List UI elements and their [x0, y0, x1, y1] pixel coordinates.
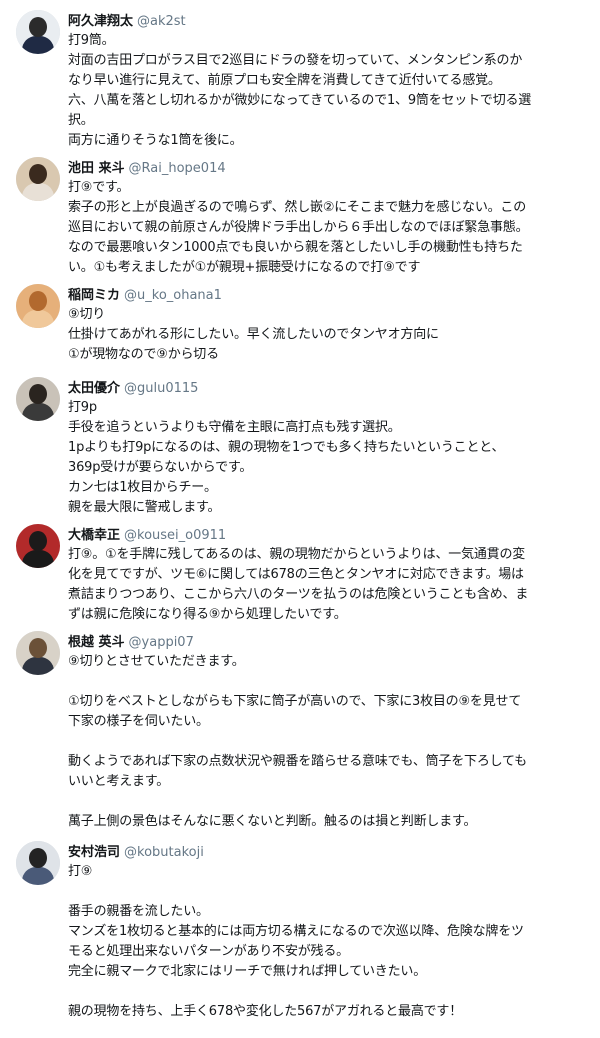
tweet-text-line: ⑨切り [68, 307, 106, 322]
tweet-text-line: 萬子上側の景色はそんなに悪くないと判断。触るのは損と判断します。 [68, 814, 477, 829]
tweet-feed: 阿久津翔太 @ak2st 打9筒。対面の吉田プロがラス目で2巡目にドラの發を切ってい… [0, 0, 600, 1038]
user-handle[interactable]: @yappi07 [129, 635, 194, 650]
tweet-text: ⑨切りとさせていただきます。 ①切りをベストとしながらも下家に筒子が高いので、下家… [68, 652, 588, 832]
tweet-text-line: ①切りをベストとしながらも下家に筒子が高いので、下家に3枚目の⑨を見せて [68, 694, 522, 709]
tweet-text-line: 完全に親マークで北家にはリーチで無ければ押していきたい。 [68, 964, 427, 979]
display-name[interactable]: 根越 英斗 [68, 635, 125, 650]
tweet-text: 打9筒。対面の吉田プロがラス目で2巡目にドラの發を切っていて、メンタンピン系のか… [68, 31, 588, 151]
tweet-text-line: いいと考えます。 [68, 774, 170, 789]
tweet-text-line: 巡目において親の前原さんが役牌ドラ手出しから６手出しなのでほぼ緊急事態。 [68, 220, 529, 235]
tweet-text-line: 六、八萬を落とし切れるかが微妙になってきているので1、9筒をセットで切る選 [68, 93, 532, 108]
tweet-header: 安村浩司 @kobutakoji [68, 841, 588, 862]
tweet-content: 根越 英斗 @yappi07 ⑨切りとさせていただきます。 ①切りをベストとしながらも… [68, 631, 588, 832]
user-handle[interactable]: @kousei_o0911 [124, 528, 226, 543]
tweet-text-line: 番手の親番を流したい。 [68, 904, 209, 919]
tweet-text-line [68, 982, 588, 1002]
tweet-text-line: 1pよりも打9pになるのは、親の現物を1つでも多く持ちたいということと、 [68, 440, 505, 455]
tweet-text-line: 択。 [68, 113, 94, 128]
user-handle[interactable]: @gulu0115 [124, 381, 198, 396]
tweet-text-line: 下家の様子を伺いたい。 [68, 714, 209, 729]
tweet-text: 打9p 手役を追うというよりも守備を主眼に高打点も残す選択。 1pよりも打9pになる… [68, 398, 588, 518]
tweet-text-line: マンズを1枚切ると基本的には両方切る構えになるので次巡以降、危険な牌をツ [68, 924, 524, 939]
display-name[interactable]: 稲岡ミカ [68, 288, 120, 303]
tweet-text-line: 親の現物を持ち、上手く678や変化した567がアガれると最高です！ [68, 1004, 463, 1019]
tweet-text-line: 親を最大限に警戒します。 [68, 500, 221, 515]
tweet-text-line: カン七は1枚目からチー。 [68, 480, 217, 495]
tweet-text-line: 打⑨です。 [68, 180, 130, 195]
tweet-text-line: 打⑨ [68, 864, 93, 879]
suited-man-avatar[interactable] [16, 10, 60, 54]
tweet-text-line [68, 792, 588, 812]
woman-avatar[interactable] [16, 157, 60, 201]
user-handle[interactable]: @Rai_hope014 [129, 161, 226, 176]
tweet-text-line: 索子の形と上が良過ぎるので鳴らず、然し嵌②にそこまで魅力を感じない。この [68, 200, 527, 215]
tweet-text-line: 化を見てですが、ツモ⑥に関しては678の三色とタンヤオに対応できます。場は [68, 567, 524, 582]
tweet-header: 稲岡ミカ @u_ko_ohana1 [68, 284, 588, 305]
user-handle[interactable]: @ak2st [137, 14, 186, 29]
tweet-header: 大橋幸正 @kousei_o0911 [68, 524, 588, 545]
display-name[interactable]: 池田 来斗 [68, 161, 125, 176]
woman-avatar[interactable] [16, 284, 60, 328]
tweet-text-line: ずは親に危険になり得る⑨から処理したいです。 [68, 607, 347, 622]
man-avatar[interactable] [16, 631, 60, 675]
tweet-content: 池田 来斗 @Rai_hope014 打⑨です。索子の形と上が良過ぎるので鳴らず、然… [68, 157, 588, 278]
tweet-text-line: ⑨切りとさせていただきます。 [68, 654, 245, 669]
tweet-text-line: 手役を追うというよりも守備を主眼に高打点も残す選択。 [68, 420, 401, 435]
man-avatar[interactable] [16, 524, 60, 568]
tweet-text-line: なり早い進行に見えて、前原プロも安全牌を消費してきて近付いてる感覚。 [68, 73, 501, 88]
tweet-text-line: 動くようであれば下家の点数状況や親番を踏らせる意味でも、筒子を下ろしても [68, 754, 527, 769]
display-name[interactable]: 阿久津翔太 [68, 14, 133, 29]
tweet-text: 打⑨ 番手の親番を流したい。マンズを1枚切ると基本的には両方切る構えになるので次巡… [68, 862, 588, 1022]
tweet-text-line: 仕掛けてあがれる形にしたい。早く流したいのでタンヤオ方向に [68, 327, 439, 342]
tweet-text: ⑨切り仕掛けてあがれる形にしたい。早く流したいのでタンヤオ方向に ①が現物なので⑨… [68, 305, 588, 365]
man-avatar[interactable] [16, 377, 60, 421]
tweet-content: 稲岡ミカ @u_ko_ohana1 ⑨切り仕掛けてあがれる形にしたい。早く流したいの… [68, 284, 588, 365]
display-name[interactable]: 大橋幸正 [68, 528, 120, 543]
display-name[interactable]: 安村浩司 [68, 845, 120, 860]
tweet-content: 阿久津翔太 @ak2st 打9筒。対面の吉田プロがラス目で2巡目にドラの發を切ってい… [68, 10, 588, 151]
tweet-text-line: ①が現物なので⑨から切る [68, 347, 219, 362]
tweet-header: 根越 英斗 @yappi07 [68, 631, 588, 652]
tweet-text-line: なので最悪喰いタン1000点でも良いから親を落としたいし手の機動性も持ちた [68, 240, 523, 255]
tweet-text-line [68, 882, 588, 902]
tweet-text-line: 打9筒。 [68, 33, 115, 48]
tweet-text: 打⑨。①を手牌に残してあるのは、親の現物だからというよりは、一気通貫の変 化を見て… [68, 545, 588, 625]
tweet-text-line: 打9p [68, 400, 97, 415]
tweet-text-line: 対面の吉田プロがラス目で2巡目にドラの發を切っていて、メンタンピン系のか [68, 53, 523, 68]
tweet-text-line: 煮詰まりつつあり、ここから六八のターツを払うのは危険ということも含め、ま [68, 587, 529, 602]
tweet-text-line [68, 672, 588, 692]
tweet-header: 太田優介 @gulu0115 [68, 377, 588, 398]
tweet-header: 阿久津翔太 @ak2st [68, 10, 588, 31]
user-handle[interactable]: @u_ko_ohana1 [124, 288, 222, 303]
tweet-text: 打⑨です。索子の形と上が良過ぎるので鳴らず、然し嵌②にそこまで魅力を感じない。こ… [68, 178, 588, 278]
user-handle[interactable]: @kobutakoji [124, 845, 204, 860]
tweet-content: 太田優介 @gulu0115 打9p 手役を追うというよりも守備を主眼に高打点も残す選… [68, 377, 588, 518]
tweet-content: 大橋幸正 @kousei_o0911 打⑨。①を手牌に残してあるのは、親の現物だから… [68, 524, 588, 625]
tweet-content: 安村浩司 @kobutakoji 打⑨ 番手の親番を流したい。マンズを1枚切ると基本的… [68, 841, 588, 1022]
man-avatar[interactable] [16, 841, 60, 885]
tweet-header: 池田 来斗 @Rai_hope014 [68, 157, 588, 178]
tweet-text-line: 369p受けが要らないからです。 [68, 460, 253, 475]
tweet-text-line: 打⑨。①を手牌に残してあるのは、親の現物だからというよりは、一気通貫の変 [68, 547, 526, 562]
tweet-text-line: い。①も考えましたが①が親現+振聴受けになるので打⑨です [68, 260, 421, 275]
display-name[interactable]: 太田優介 [68, 381, 120, 396]
tweet-text-line: モると処理出来ないパターンがあり不安が残る。 [68, 944, 349, 959]
tweet-text-line: 両方に通りそうな1筒を後に。 [68, 133, 243, 148]
tweet-text-line [68, 732, 588, 752]
